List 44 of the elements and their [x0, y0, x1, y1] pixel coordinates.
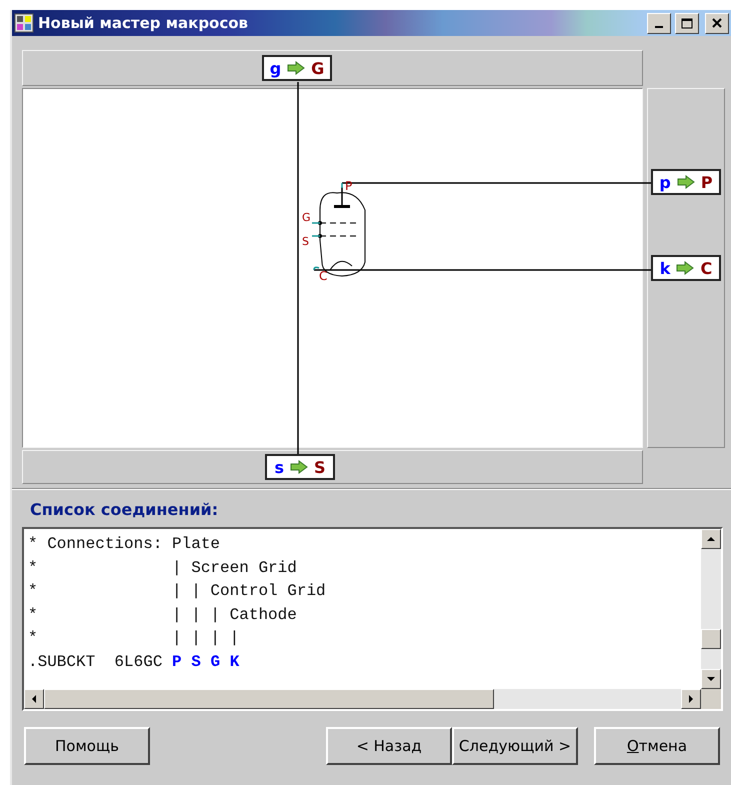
netlist-line: * Connections: Plate: [28, 534, 222, 555]
scroll-left-button[interactable]: [24, 689, 44, 709]
scroll-right-button[interactable]: [681, 689, 701, 709]
scroll-up-button[interactable]: [701, 529, 721, 549]
right-arrow-icon: [686, 694, 696, 704]
grid-pin-label: G: [302, 211, 311, 224]
maximize-button[interactable]: [675, 12, 699, 34]
netlist-text-area[interactable]: * Connections: Plate * | Screen Grid * | | Control Grid * | | | Cathode * | | | | .SUBCKT 6L6GC P S G K: [22, 527, 723, 711]
window-title: Новый мастер макросов: [38, 14, 250, 32]
close-button[interactable]: [705, 12, 729, 34]
netlist-line: * | Screen Grid: [28, 558, 298, 578]
netlist-line: * | | Control Grid: [28, 581, 327, 602]
pin-box[interactable]: p P: [651, 169, 721, 195]
horizontal-scrollbar[interactable]: [24, 689, 701, 709]
up-arrow-icon: [706, 534, 716, 544]
cathode-pin-label: C: [319, 269, 328, 283]
arrow-icon: [676, 261, 694, 275]
scroll-down-button[interactable]: [701, 669, 721, 689]
dialog-button[interactable]: Следующий >: [452, 727, 578, 765]
dialog-button[interactable]: < Назад: [326, 727, 452, 765]
dialog-button[interactable]: Помощь: [24, 727, 150, 765]
pin-box[interactable]: k C: [651, 255, 721, 281]
screen-pin-label: S: [302, 235, 309, 248]
scroll-thumb[interactable]: [44, 689, 494, 709]
arrow-icon: [290, 460, 308, 474]
scrollbar-corner: [701, 689, 721, 709]
netlist-line: * | | | Cathode: [28, 604, 298, 626]
vertical-scrollbar[interactable]: [701, 529, 721, 689]
arrow-icon: [287, 61, 306, 75]
pin-box[interactable]: s S: [265, 454, 335, 480]
arrow-icon: [676, 175, 695, 189]
pin-box[interactable]: g G: [262, 55, 332, 81]
plate-pin-label: P: [345, 179, 352, 193]
close-icon: [712, 18, 722, 28]
app-icon: [14, 13, 34, 33]
dialog-button[interactable]: Отмена: [594, 727, 720, 765]
netlist-line: * | | | |: [28, 628, 240, 649]
netlist-line: .SUBCKT 6L6GC P S G K: [28, 652, 240, 672]
down-arrow-icon: [706, 674, 716, 684]
scroll-thumb[interactable]: [701, 629, 721, 649]
minimize-icon: [655, 26, 663, 28]
maximize-icon: [681, 18, 693, 28]
minimize-button[interactable]: [647, 12, 671, 34]
netlist-label: Список соединений:: [30, 500, 220, 519]
